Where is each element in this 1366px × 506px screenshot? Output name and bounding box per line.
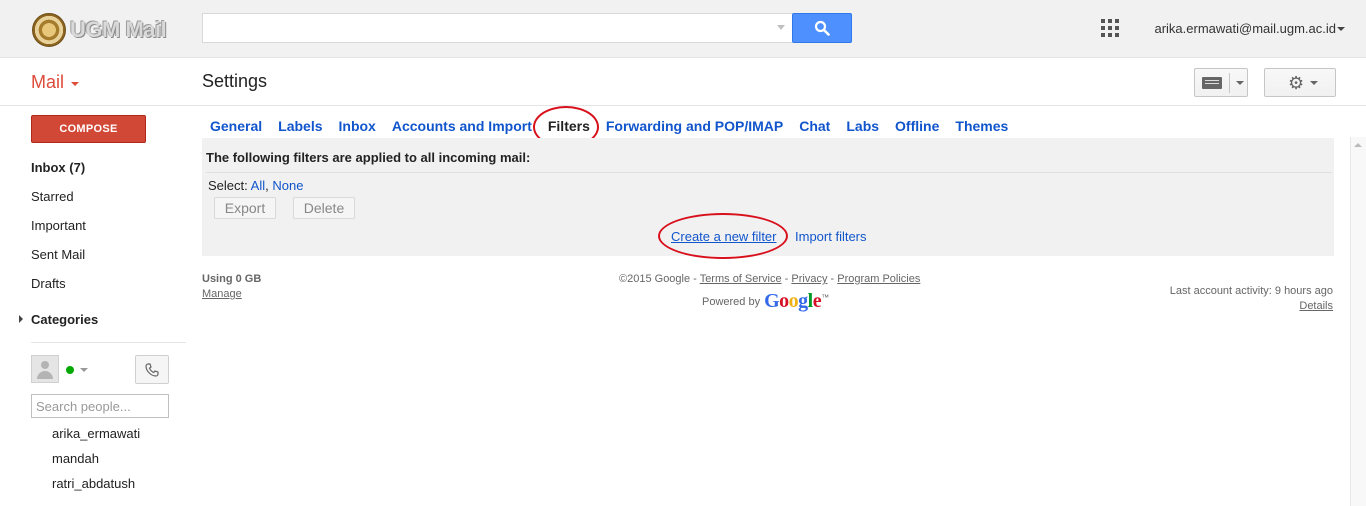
- sidebar-item-starred[interactable]: Starred: [31, 189, 74, 204]
- compose-button[interactable]: COMPOSE: [31, 115, 146, 143]
- page-title: Settings: [202, 71, 268, 91]
- program-policies-link[interactable]: Program Policies: [837, 273, 920, 285]
- sidebar-item-important[interactable]: Important: [31, 218, 86, 233]
- status-chevron-down-icon[interactable]: [80, 368, 88, 372]
- gear-icon: ⚙: [1288, 73, 1305, 93]
- copyright: ©2015 Google: [619, 273, 691, 285]
- phone-icon: [145, 362, 159, 377]
- tab-accounts-and-import[interactable]: Accounts and Import: [384, 115, 540, 137]
- chevron-down-icon: [1236, 81, 1244, 85]
- ugm-mail-logo[interactable]: UGM Mail: [32, 12, 167, 48]
- last-account-activity: Last account activity: 9 hours ago: [1169, 285, 1333, 297]
- filters-heading: The following filters are applied to all…: [206, 150, 531, 165]
- search-box: [202, 13, 793, 43]
- contact-item[interactable]: ratri_abdatush: [52, 476, 135, 491]
- divider: [206, 172, 1332, 173]
- sidebar-item-sent-mail[interactable]: Sent Mail: [31, 247, 85, 262]
- call-phone-button[interactable]: [135, 355, 169, 384]
- avatar[interactable]: [31, 355, 59, 383]
- search-people-input[interactable]: [31, 394, 169, 418]
- terms-of-service-link[interactable]: Terms of Service: [700, 273, 782, 285]
- search-input[interactable]: [203, 14, 763, 42]
- tab-inbox[interactable]: Inbox: [331, 115, 384, 137]
- tab-filters[interactable]: Filters: [532, 106, 599, 148]
- export-button[interactable]: Export: [214, 197, 276, 219]
- tab-offline[interactable]: Offline: [887, 115, 947, 137]
- powered-by-google: Powered by Google ™: [702, 290, 829, 313]
- tab-labels[interactable]: Labels: [270, 115, 330, 137]
- expand-arrow-icon[interactable]: [19, 315, 23, 323]
- input-tools-button[interactable]: [1194, 68, 1248, 97]
- keyboard-icon: [1202, 77, 1222, 89]
- tab-general[interactable]: General: [202, 115, 270, 137]
- top-bar: UGM Mail arika.ermawati@mail.ugm.ac.id: [0, 0, 1366, 58]
- select-label: Select:: [208, 178, 248, 193]
- apps-grid-icon[interactable]: [1101, 19, 1119, 37]
- ugm-seal-icon: [32, 13, 66, 47]
- select-row: Select: All, None: [208, 178, 304, 193]
- create-new-filter-link[interactable]: Create a new filter: [671, 229, 777, 244]
- filters-panel: The following filters are applied to all…: [202, 138, 1334, 259]
- contact-item[interactable]: mandah: [52, 451, 99, 466]
- import-filters-link[interactable]: Import filters: [795, 229, 867, 244]
- tab-forwarding-pop-imap[interactable]: Forwarding and POP/IMAP: [598, 115, 791, 137]
- select-none-link[interactable]: None: [272, 178, 303, 193]
- footer-links: ©2015 Google - Terms of Service - Privac…: [619, 273, 921, 285]
- search-options-chevron-icon[interactable]: [777, 25, 785, 30]
- scrollbar[interactable]: [1350, 137, 1366, 506]
- scroll-up-arrow-icon[interactable]: [1354, 143, 1362, 147]
- settings-tabs: General Labels Inbox Accounts and Import…: [202, 106, 1016, 148]
- sidebar-item-drafts[interactable]: Drafts: [31, 276, 66, 291]
- account-email[interactable]: arika.ermawati@mail.ugm.ac.id: [1154, 21, 1336, 36]
- tab-themes[interactable]: Themes: [947, 115, 1016, 137]
- sidebar-item-categories[interactable]: Categories: [31, 312, 98, 327]
- mail-bar: Mail Settings ⚙: [0, 58, 1366, 106]
- google-logo: Google: [764, 290, 822, 312]
- privacy-link[interactable]: Privacy: [791, 273, 827, 285]
- storage-usage: Using 0 GB: [202, 273, 262, 285]
- logo-text: UGM Mail: [70, 17, 167, 42]
- contact-item[interactable]: arika_ermawati: [52, 426, 140, 441]
- powered-by-label: Powered by: [702, 295, 761, 308]
- search-button[interactable]: [792, 13, 852, 43]
- activity-details-link[interactable]: Details: [1299, 300, 1333, 312]
- select-all-link[interactable]: All: [251, 178, 265, 193]
- trademark: ™: [821, 293, 830, 302]
- search-icon: [814, 20, 830, 36]
- sidebar-item-inbox[interactable]: Inbox (7): [31, 160, 85, 175]
- settings-gear-button[interactable]: ⚙: [1264, 68, 1336, 97]
- chevron-down-icon: [1310, 81, 1318, 85]
- divider: [31, 342, 186, 343]
- delete-button[interactable]: Delete: [293, 197, 355, 219]
- mail-chevron-down-icon[interactable]: [71, 82, 79, 86]
- manage-storage-link[interactable]: Manage: [202, 288, 242, 300]
- online-status-icon[interactable]: [66, 366, 74, 374]
- mail-app-switcher[interactable]: Mail: [31, 72, 64, 93]
- account-chevron-down-icon[interactable]: [1337, 27, 1345, 31]
- tab-labs[interactable]: Labs: [838, 115, 887, 137]
- tab-chat[interactable]: Chat: [791, 115, 838, 137]
